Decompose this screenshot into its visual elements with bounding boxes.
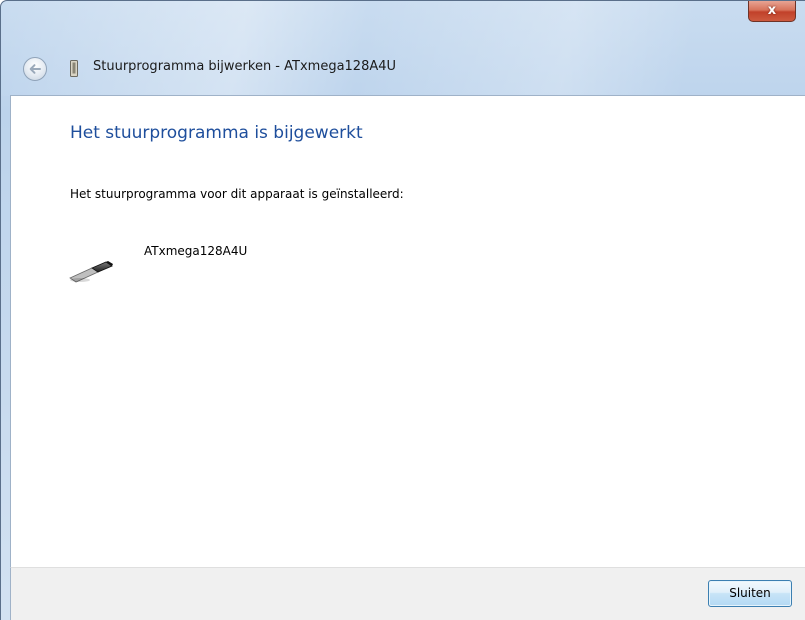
window-title: Stuurprogramma bijwerken - ATxmega128A4U bbox=[93, 59, 397, 74]
page-title: Het stuurprogramma is bijgewerkt bbox=[70, 123, 363, 143]
back-button[interactable] bbox=[23, 57, 47, 81]
usb-device-icon bbox=[69, 261, 113, 283]
dialog-window: x Stuurprogramma bijwerken - ATxmega128A… bbox=[0, 0, 805, 620]
footer-bar: Sluiten bbox=[10, 567, 805, 620]
wizard-header: Stuurprogramma bijwerken - ATxmega128A4U bbox=[14, 47, 794, 89]
close-icon: x bbox=[767, 3, 777, 18]
device-name: ATxmega128A4U bbox=[144, 244, 248, 258]
device-icon bbox=[70, 60, 78, 77]
back-arrow-icon bbox=[29, 64, 41, 74]
window-close-button[interactable]: x bbox=[748, 1, 796, 22]
content-panel: Het stuurprogramma is bijgewerkt Het stu… bbox=[10, 95, 805, 567]
close-button[interactable]: Sluiten bbox=[708, 580, 792, 607]
description-text: Het stuurprogramma voor dit apparaat is … bbox=[70, 187, 404, 201]
